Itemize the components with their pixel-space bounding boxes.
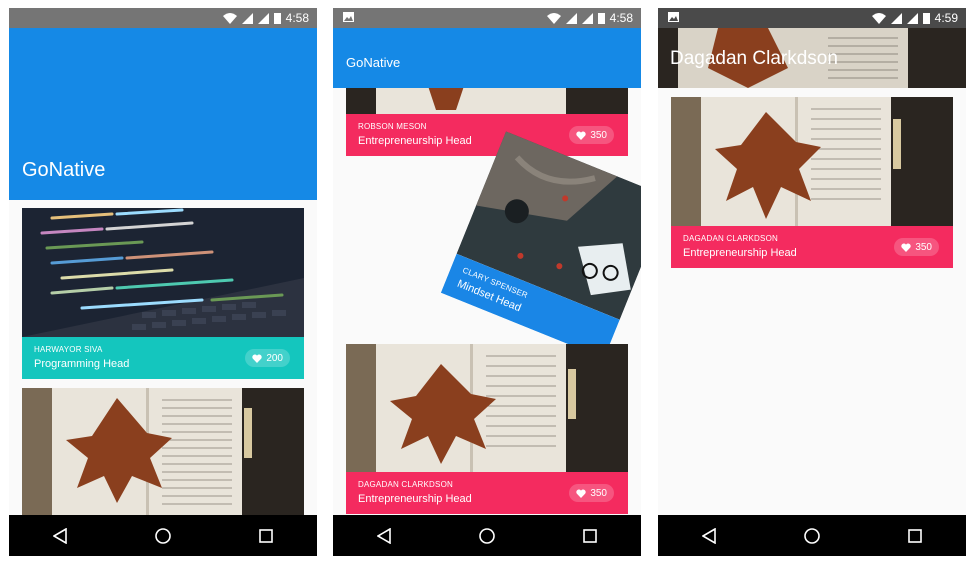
recents-icon [258, 528, 273, 543]
heart-icon [576, 489, 586, 498]
profile-card[interactable]: DAGADAN CLARKDSON Entrepreneurship Head … [671, 97, 953, 268]
heart-icon [576, 131, 586, 140]
book-leaf-image [671, 97, 953, 226]
back-icon [702, 527, 717, 544]
nav-recents-button[interactable] [251, 521, 281, 551]
home-icon [804, 527, 820, 544]
detail-title: Dagadan Clarkdson [670, 48, 838, 69]
battery-icon [922, 13, 930, 24]
likes-count: 350 [915, 241, 932, 253]
nav-home-button[interactable] [148, 521, 178, 551]
system-nav-bar [9, 515, 317, 556]
likes-count: 350 [590, 129, 607, 141]
book-leaf-image [22, 388, 304, 518]
home-icon [479, 527, 495, 544]
nav-home-button[interactable] [797, 521, 827, 551]
clock: 4:58 [285, 11, 309, 25]
signal-icon [906, 12, 918, 24]
signal-icon [890, 12, 902, 24]
profile-card[interactable] [22, 388, 304, 518]
back-icon [53, 527, 68, 544]
clock: 4:59 [934, 11, 958, 25]
profile-card[interactable]: HARWAYOR SIVA Programming Head 200 [22, 208, 304, 379]
system-nav-bar [333, 515, 641, 556]
signal-icon [257, 12, 269, 24]
app-bar: GoNative [333, 28, 641, 88]
phone-screen-1: 4:58 GoNative HARWAYOR SIVA Programming … [9, 8, 317, 556]
profile-card[interactable]: DAGADAN CLARKDSON Entrepreneurship Head … [346, 344, 628, 514]
image-notification-icon [343, 12, 354, 22]
likes-badge[interactable]: 350 [894, 238, 939, 256]
nav-back-button[interactable] [694, 521, 724, 551]
status-bar: 4:58 [9, 8, 317, 28]
phone-screen-3: 4:59 Dagadan Clarkdson DAGADAN CLARKDSON… [658, 8, 966, 556]
app-title: GoNative [346, 55, 401, 70]
signal-icon [565, 12, 577, 24]
code-laptop-image [22, 208, 304, 337]
recents-icon [907, 528, 922, 543]
nav-recents-button[interactable] [900, 521, 930, 551]
app-title: GoNative [22, 159, 106, 181]
nav-home-button[interactable] [472, 521, 502, 551]
image-notification-icon [668, 12, 679, 22]
signal-icon [241, 12, 253, 24]
battery-icon [597, 13, 605, 24]
phone-screen-2: 4:58 GoNative ROBSON MESON Entrepreneurs… [333, 8, 641, 556]
collapsing-app-bar: GoNative [9, 28, 317, 200]
likes-count: 350 [590, 487, 607, 499]
likes-badge[interactable]: 350 [569, 484, 614, 502]
card-info: DAGADAN CLARKDSON Entrepreneurship Head … [346, 472, 628, 514]
wifi-icon [871, 12, 886, 24]
battery-icon [273, 13, 281, 24]
wifi-icon [222, 12, 237, 24]
likes-badge[interactable]: 200 [245, 349, 290, 367]
nav-back-button[interactable] [369, 521, 399, 551]
book-leaf-image [346, 344, 628, 472]
nav-back-button[interactable] [45, 521, 75, 551]
home-icon [155, 527, 171, 544]
swiped-profile-card[interactable]: CLARY SPENSER Mindset Head [440, 131, 641, 359]
card-info: DAGADAN CLARKDSON Entrepreneurship Head … [671, 226, 953, 268]
clock: 4:58 [609, 11, 633, 25]
signal-icon [581, 12, 593, 24]
wifi-icon [546, 12, 561, 24]
heart-icon [252, 354, 262, 363]
nav-recents-button[interactable] [575, 521, 605, 551]
likes-count: 200 [266, 352, 283, 364]
heart-icon [901, 243, 911, 252]
detail-header: Dagadan Clarkdson [658, 28, 966, 88]
back-icon [377, 527, 392, 544]
card-info: ROBSON MESON Entrepreneurship Head 350 [346, 114, 628, 156]
status-bar: 4:58 [333, 8, 641, 28]
system-nav-bar [658, 515, 966, 556]
likes-badge[interactable]: 350 [569, 126, 614, 144]
profile-card[interactable]: ROBSON MESON Entrepreneurship Head 350 [346, 80, 628, 156]
recents-icon [582, 528, 597, 543]
status-bar: 4:59 [658, 8, 966, 28]
card-info: HARWAYOR SIVA Programming Head 200 [22, 337, 304, 379]
